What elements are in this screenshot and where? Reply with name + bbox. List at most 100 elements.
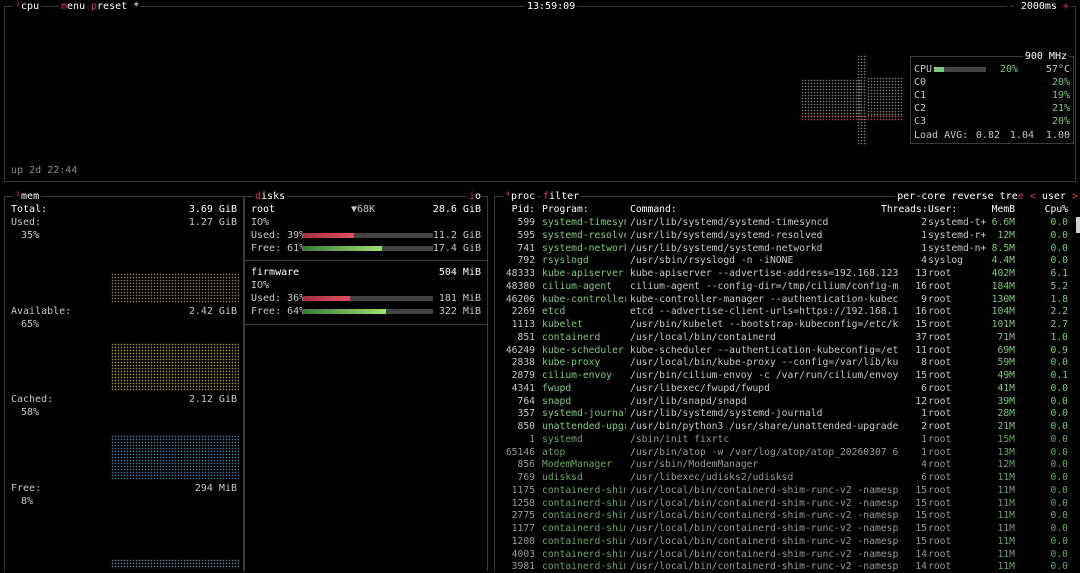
proc-command: /usr/lib/systemd/systemd-networkd [630, 242, 823, 254]
mem-box-header[interactable]: ²mem [13, 190, 42, 203]
proc-command: /usr/sbin/ModemManager [630, 459, 759, 471]
cpu-graph [801, 47, 906, 147]
filter-button[interactable]: filter [541, 190, 582, 203]
proc-program: unattended-upgr [542, 421, 626, 432]
col-threads[interactable]: Threads: [881, 203, 927, 216]
mem-cached-pct: 58% [21, 407, 40, 418]
proc-user: root [928, 344, 952, 356]
proc-command: cilium-agent --config-dir=/tmp/cilium/co… [630, 280, 898, 292]
menu-button[interactable]: menu [59, 0, 88, 13]
table-row[interactable]: 2269 etcd etcd --advertise-client-urls=htt… [495, 305, 1080, 318]
disks-box-header[interactable]: disks [253, 190, 288, 203]
table-row[interactable]: 4003 containerd-shim/usr/local/bin/contai… [495, 548, 1080, 561]
table-row[interactable]: 599 systemd-timesyn/usr/lib/systemd/syste… [495, 216, 1080, 229]
proc-title: proc [511, 191, 536, 202]
table-row[interactable]: 850 unattended-upgr/usr/bin/python3 /usr/… [495, 420, 1080, 433]
tree-toggle[interactable]: tree [1000, 191, 1024, 202]
table-row[interactable]: 48333 kube-apiserver kube-apiserver --adve… [495, 267, 1080, 280]
proc-command: /usr/sbin/rsyslogd -n -iNONE [630, 255, 794, 267]
proc-cpu: 0.0 [1050, 395, 1069, 407]
proc-box-header[interactable]: ⁴proc [503, 190, 538, 203]
proc-cpu: 0.0 [1050, 229, 1069, 241]
proc-command: /usr/libexec/udisks2/udisksd [630, 472, 794, 483]
disk-io-label: IO% [251, 280, 270, 291]
cpu-total-bar-fill [934, 67, 945, 72]
cpu-box-header[interactable]: ¹cpu [13, 0, 42, 13]
table-row[interactable]: 1 systemd/sbin/init fixrtc 1 root 15M 0.0 [495, 433, 1080, 446]
proc-pid: 1 [529, 433, 535, 445]
proc-cpu: 0.0 [1050, 446, 1069, 458]
cpu-total-value: 20% [999, 64, 1018, 75]
proc-threads: 16 [915, 280, 927, 292]
io-toggle[interactable]: io [466, 190, 483, 203]
proc-program: systemd [542, 433, 583, 445]
cpu-temperature: 57°C [1045, 64, 1070, 75]
table-row[interactable]: 4341 fwupd/usr/libexec/fwupd/fwupd 6 root 41… [495, 382, 1080, 395]
table-row[interactable]: 741 systemd-network/usr/lib/systemd/syste… [495, 242, 1080, 255]
table-row[interactable]: 46206 kube-controller kube-controller-mana… [495, 293, 1080, 306]
mem-total-label: Total: [11, 204, 48, 215]
table-row[interactable]: 3981 containerd-shim/usr/local/bin/contai… [495, 560, 1080, 573]
col-program[interactable]: Program: [542, 203, 626, 216]
disk-used-bar-fill [303, 233, 354, 238]
table-row[interactable]: 769 udisksd/usr/libexec/udisks2/udisksd 6 r… [495, 471, 1080, 484]
proc-user: root [928, 395, 952, 407]
col-mem[interactable]: MemB [989, 203, 1015, 216]
table-row[interactable]: 1208 containerd-shim/usr/local/bin/contai… [495, 535, 1080, 548]
proc-user: root [928, 535, 952, 547]
reverse-toggle[interactable]: reverse [951, 191, 993, 202]
table-row[interactable]: 48380 cilium-agent cilium-agent --config-d… [495, 280, 1080, 293]
table-row[interactable]: 1258 containerd-shim/usr/local/bin/contai… [495, 497, 1080, 510]
proc-threads: 15 [915, 484, 927, 496]
table-row[interactable]: 65146 atop/usr/bin/atop -w /var/log/atop/… [495, 446, 1080, 459]
col-cpu[interactable]: Cpu% [1044, 203, 1068, 216]
preset-button[interactable]: preset * [89, 0, 142, 13]
proc-scrollbar[interactable] [1076, 217, 1080, 233]
disk-io-label: IO% [251, 217, 270, 228]
proc-user: root [928, 561, 952, 573]
proc-cpu: 6.1 [1050, 268, 1069, 279]
proc-pid: 741 [517, 242, 536, 254]
proc-user: root [928, 331, 952, 343]
table-row[interactable]: 2879 cilium-envoy/usr/bin/cilium-envoy -c… [495, 369, 1080, 382]
sort-prev-button[interactable]: < [1030, 191, 1036, 202]
proc-user: root [928, 548, 952, 560]
sort-next-button[interactable]: > [1072, 191, 1078, 202]
table-row[interactable]: 792 rsyslogd/usr/sbin/rsyslogd -n -iNONE 4… [495, 254, 1080, 267]
mem-free-label: Free: [11, 483, 42, 494]
table-row[interactable]: 2838 kube-proxy/usr/local/bin/kube-proxy … [495, 356, 1080, 369]
proc-mem: 71M [997, 331, 1016, 343]
col-user[interactable]: User: [928, 203, 990, 216]
sort-field[interactable]: user [1042, 191, 1066, 202]
proc-mem: 6.6M [991, 217, 1015, 228]
proc-mem: 402M [991, 268, 1015, 279]
col-pid[interactable]: Pid: [499, 203, 535, 216]
interval-control[interactable]: - 2000ms + [1006, 0, 1071, 13]
table-row[interactable]: 764 snapd/usr/lib/snapd/snapd 12 root 39M 0.0 [495, 395, 1080, 408]
table-row[interactable]: 1113 kubelet/usr/bin/kubelet --bootstrap-… [495, 318, 1080, 331]
cpu-total-label: CPU [914, 64, 933, 75]
proc-threads: 11 [915, 344, 927, 356]
col-command[interactable]: Command: [630, 203, 898, 216]
proc-program: containerd-shim [542, 510, 626, 522]
interval-decrease[interactable]: - [1009, 1, 1015, 12]
interval-increase[interactable]: + [1063, 1, 1069, 12]
table-row[interactable]: 357 systemd-journal/usr/lib/systemd/syste… [495, 407, 1080, 420]
table-row[interactable]: 1177 containerd-shim/usr/local/bin/contai… [495, 522, 1080, 535]
mem-cached-label: Cached: [11, 394, 54, 405]
proc-program: fwupd [542, 382, 572, 394]
proc-command: /usr/local/bin/containerd-shim-runc-v2 -… [630, 535, 898, 547]
proc-command: /usr/lib/systemd/systemd-journald [630, 408, 823, 420]
core-label: C2 [914, 103, 927, 114]
proc-pid: 2879 [511, 370, 535, 381]
proc-user: root [928, 382, 952, 394]
table-row[interactable]: 595 systemd-resolve/usr/lib/systemd/syste… [495, 229, 1080, 242]
proc-user: root [928, 306, 952, 318]
table-row[interactable]: 856 ModemManager/usr/sbin/ModemManager 4 ro… [495, 458, 1080, 471]
table-row[interactable]: 1175 containerd-shim/usr/local/bin/contai… [495, 484, 1080, 497]
table-row[interactable]: 46249 kube-scheduler kube-scheduler --auth… [495, 344, 1080, 357]
per-core-toggle[interactable]: per-core [897, 191, 945, 202]
table-row[interactable]: 851 containerd/usr/local/bin/containerd 37… [495, 331, 1080, 344]
table-row[interactable]: 2775 containerd-shim/usr/local/bin/contai… [495, 509, 1080, 522]
disk-free-value: 322 MiB [438, 306, 481, 317]
